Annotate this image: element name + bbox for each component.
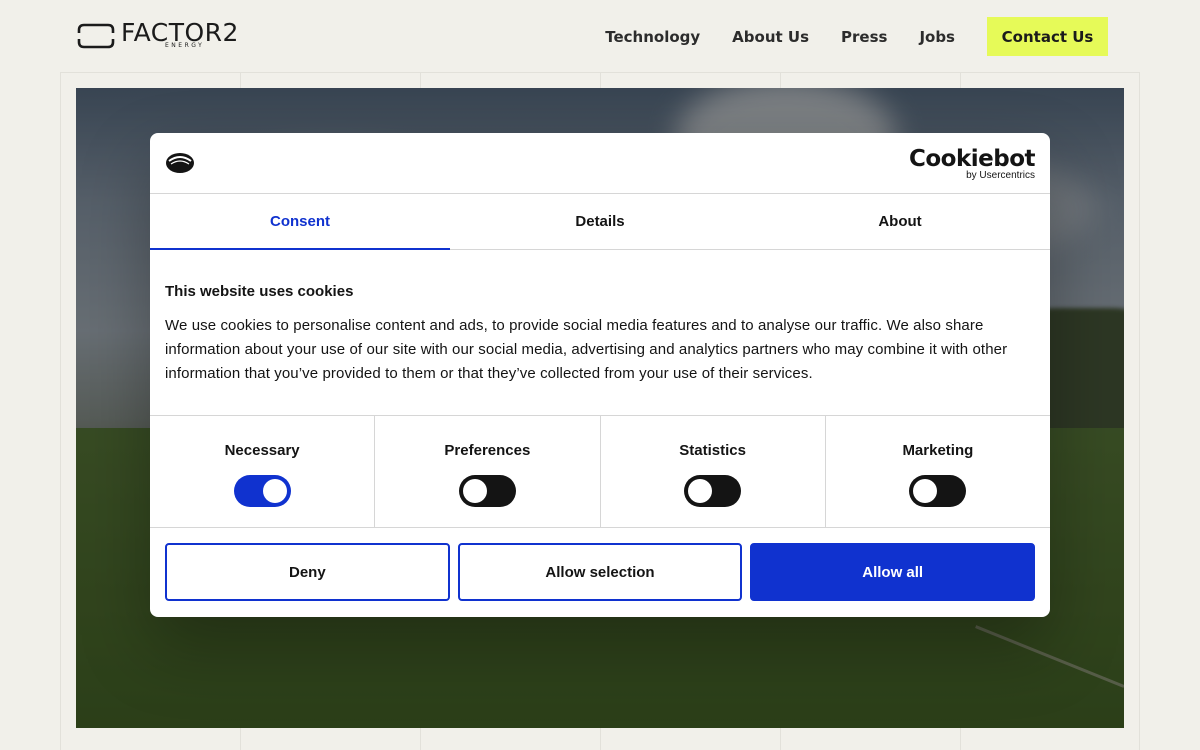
preferences-toggle[interactable] bbox=[458, 475, 516, 507]
dialog-tabs: Consent Details About bbox=[150, 194, 1050, 250]
toggle-knob bbox=[262, 479, 287, 503]
toggle-knob bbox=[913, 479, 938, 503]
cookiebot-logo[interactable]: Cookiebot by Usercentrics bbox=[908, 146, 1036, 181]
tab-consent[interactable]: Consent bbox=[150, 194, 450, 250]
category-marketing: Marketing bbox=[826, 416, 1050, 527]
category-necessary: Necessary bbox=[150, 416, 376, 527]
necessary-toggle[interactable] bbox=[233, 475, 291, 507]
category-label: Statistics bbox=[679, 442, 746, 459]
toggle-knob bbox=[688, 479, 713, 503]
nav-press[interactable]: Press bbox=[841, 28, 887, 46]
cookiebot-subtitle: by Usercentrics bbox=[966, 170, 1035, 181]
factor2-logo-icon bbox=[77, 23, 115, 49]
contact-us-button[interactable]: Contact Us bbox=[987, 17, 1108, 56]
consent-body: This website uses cookies We use cookies… bbox=[150, 250, 1050, 415]
grid-line bbox=[1139, 72, 1140, 750]
marketing-toggle[interactable] bbox=[909, 475, 967, 507]
category-label: Necessary bbox=[224, 442, 300, 459]
cookie-category-toggles: Necessary Preferences Statistics Marketi… bbox=[150, 415, 1050, 528]
nav-jobs[interactable]: Jobs bbox=[919, 28, 955, 46]
site-header: FACTOR2 ENERGY Technology About Us Press… bbox=[0, 0, 1200, 72]
category-statistics: Statistics bbox=[601, 416, 826, 527]
main-nav: Technology About Us Press Jobs Contact U… bbox=[605, 17, 1108, 56]
nav-technology[interactable]: Technology bbox=[605, 28, 700, 46]
category-preferences: Preferences bbox=[375, 416, 601, 527]
category-label: Marketing bbox=[902, 442, 974, 459]
tab-details[interactable]: Details bbox=[450, 194, 750, 249]
site-logo[interactable]: FACTOR2 ENERGY bbox=[77, 20, 239, 50]
consent-title: This website uses cookies bbox=[165, 283, 354, 300]
statistics-toggle[interactable] bbox=[684, 475, 742, 507]
nav-about-us[interactable]: About Us bbox=[732, 28, 809, 46]
category-label: Preferences bbox=[444, 442, 531, 459]
consent-description: We use cookies to personalise content an… bbox=[165, 317, 1008, 382]
dialog-header: Cookiebot by Usercentrics bbox=[150, 133, 1050, 194]
tab-about[interactable]: About bbox=[750, 194, 1050, 249]
grid-line bbox=[60, 72, 61, 750]
cookie-consent-dialog: Cookiebot by Usercentrics Consent Detail… bbox=[150, 133, 1050, 617]
site-brand-icon bbox=[166, 153, 194, 173]
allow-selection-button[interactable]: Allow selection bbox=[457, 543, 743, 601]
consent-buttons: Deny Allow selection Allow all bbox=[150, 528, 1050, 601]
toggle-knob bbox=[462, 479, 487, 503]
deny-button[interactable]: Deny bbox=[165, 543, 450, 601]
allow-all-button[interactable]: Allow all bbox=[750, 543, 1036, 601]
cookiebot-wordmark: Cookiebot bbox=[908, 146, 1036, 172]
